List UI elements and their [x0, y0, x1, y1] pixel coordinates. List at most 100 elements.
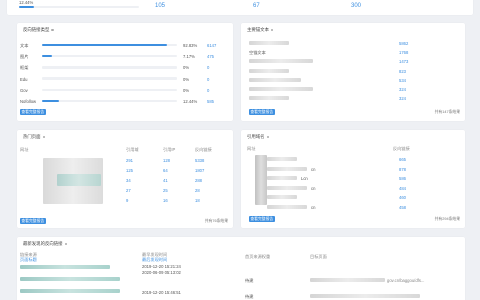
anchor-text-count[interactable]: 534 [399, 78, 406, 83]
backlink-type-bar-fill [42, 99, 59, 103]
ref-domains-title: 引用域名 [247, 134, 270, 140]
recent-row-1-target[interactable]: gov.cn/baggou/dfs... [387, 278, 424, 283]
top-page-backlinks[interactable]: 28 [195, 188, 200, 193]
top-pages-view-all[interactable]: 查看完整报告 [20, 218, 46, 225]
redacted-source-link[interactable] [20, 289, 120, 293]
backlink-type-label: Gov [20, 87, 28, 93]
redacted-anchor-text [249, 77, 301, 82]
top-page-domains[interactable]: 125 [126, 168, 133, 173]
ref-domain-count[interactable]: 878 [399, 167, 406, 172]
backlink-type-count[interactable]: 6147 [207, 43, 216, 48]
backlink-type-bar [42, 55, 177, 58]
backlink-type-label: 文本 [20, 43, 29, 48]
top-page-ips[interactable]: 16 [163, 198, 168, 203]
backlink-type-count[interactable]: 475 [207, 54, 214, 59]
top-page-ips[interactable]: 64 [163, 168, 168, 173]
redacted-anchor-text [249, 68, 289, 73]
backlink-type-count[interactable]: 0 [207, 77, 209, 82]
top-page-backlinks[interactable]: 5338 [195, 158, 204, 163]
top-progress-bar [19, 6, 139, 9]
top-progress-label: 12.44% [19, 0, 34, 5]
anchor-text-label: 空锚文本 [249, 50, 266, 56]
recent-subheader-last: 最后发现时间 [142, 257, 168, 262]
anchor-text-count[interactable]: 823 [399, 69, 406, 74]
recent-row-2-weight: 待建 [245, 294, 254, 299]
top-page-domains[interactable]: 291 [126, 158, 133, 163]
top-page-ips[interactable]: 25 [163, 188, 168, 193]
ref-domain-suffix: cn [311, 204, 316, 210]
top-page-backlinks[interactable]: 288 [195, 178, 202, 183]
redacted-source-link[interactable] [20, 277, 120, 281]
top-page-ips[interactable]: 41 [163, 178, 168, 183]
backlink-types-view-all[interactable]: 查看完整报告 [20, 109, 46, 116]
backlink-type-pct: 0% [183, 76, 190, 82]
ref-domain-count[interactable]: 458 [399, 205, 406, 210]
top-stat-1[interactable]: 105 [155, 3, 165, 9]
anchor-text-view-all[interactable]: 查看完整报告 [249, 109, 275, 116]
backlink-type-label: 图片 [20, 54, 29, 60]
top-pages-footer: 共有76条结果 [204, 219, 228, 223]
backlink-type-bar-fill [42, 55, 52, 58]
backlink-type-bar [42, 99, 177, 103]
recent-subheader-title: 页面标题 [20, 257, 37, 262]
redacted-domain-block [255, 155, 267, 205]
backlink-type-count[interactable]: 0 [207, 65, 209, 70]
anchor-text-count[interactable]: 324 [399, 87, 406, 92]
backlink-type-pct: 0% [183, 87, 190, 93]
backlink-type-bar [42, 77, 177, 80]
info-icon[interactable] [64, 242, 68, 246]
ref-domain-count[interactable]: 484 [399, 186, 406, 191]
top-pages-header-ips: 引用IP [163, 147, 176, 152]
ref-domains-view-all[interactable]: 查看完整报告 [249, 216, 275, 223]
top-page-ips[interactable]: 128 [163, 158, 170, 163]
top-stat-2[interactable]: 67 [253, 3, 260, 9]
top-page-domains[interactable]: 9 [126, 198, 128, 203]
info-icon[interactable] [270, 28, 274, 32]
recent-row-1-first: 2019-12-20 15:21:24 [142, 264, 181, 269]
top-page-domains[interactable]: 34 [126, 178, 131, 183]
ref-domains-footer: 共有294条结果 [434, 217, 460, 221]
anchor-text-count[interactable]: 5862 [399, 41, 408, 46]
backlink-type-count[interactable]: 0 [207, 88, 209, 93]
redacted-anchor-text [249, 59, 313, 64]
top-page-domains[interactable]: 27 [126, 188, 131, 193]
anchor-text-count[interactable]: 1768 [399, 50, 408, 55]
backlink-type-count[interactable]: 585 [207, 99, 214, 104]
ref-domains-card: 引用域名 网址 反向链接 665 cn 878 Lcn 586 cn 484 460 cn 458… [241, 130, 465, 228]
ref-domains-header-url: 网址 [247, 146, 256, 151]
top-pages-card: 热门页面 网址 引用域 引用IP 反向链接 291 128 5338 125 64 180… [17, 130, 233, 228]
top-pages-header-domains: 引用域 [126, 147, 139, 152]
top-stat-3[interactable]: 300 [351, 3, 361, 9]
redacted-anchor-text [249, 96, 289, 101]
info-icon[interactable] [266, 135, 270, 139]
backlink-type-bar [42, 88, 177, 91]
redacted-anchor-text [249, 87, 313, 91]
anchor-text-card: 主要锚文本 5862 空锚文本 1768 1473 823 534 324 324 查看完整报… [241, 23, 465, 121]
backlink-type-bar-fill [42, 43, 168, 47]
top-page-backlinks[interactable]: 1807 [195, 168, 204, 173]
top-pages-header-backlinks: 反向链接 [195, 147, 212, 152]
backlink-types-card: 反向链接类型 文本 92.83% 6147 图片 7.17% 475 框架 0% 0 Edu 0% 0… [17, 23, 233, 121]
ref-domain-count[interactable]: 460 [399, 195, 406, 200]
redacted-source-link[interactable] [20, 265, 110, 269]
redacted-domain [267, 185, 307, 190]
backlink-type-pct: 7.17% [183, 54, 195, 60]
backlink-type-pct: 92.83% [183, 43, 198, 48]
recent-row-1-last: 2020-06-09 05:13:02 [142, 270, 181, 275]
redacted-domain [267, 204, 307, 209]
ref-domain-count[interactable]: 586 [399, 176, 406, 181]
anchor-text-count[interactable]: 1473 [399, 59, 408, 64]
top-page-backlinks[interactable]: 18 [195, 198, 200, 203]
backlink-type-pct: 12.44% [183, 99, 198, 104]
backlink-type-label: Nofollow [20, 99, 37, 104]
info-icon[interactable] [42, 135, 46, 139]
anchor-text-count[interactable]: 324 [399, 96, 406, 101]
ref-domains-header-backlinks: 反向链接 [393, 146, 410, 151]
anchor-text-title: 主要锚文本 [247, 27, 274, 33]
info-icon[interactable] [51, 28, 54, 32]
recent-header-target: 目标页面 [310, 254, 327, 259]
redacted-domain [267, 195, 297, 199]
ref-domain-suffix: cn [311, 166, 316, 172]
anchor-text-footer: 共有147条结果 [434, 110, 460, 114]
ref-domain-count[interactable]: 665 [399, 157, 406, 162]
